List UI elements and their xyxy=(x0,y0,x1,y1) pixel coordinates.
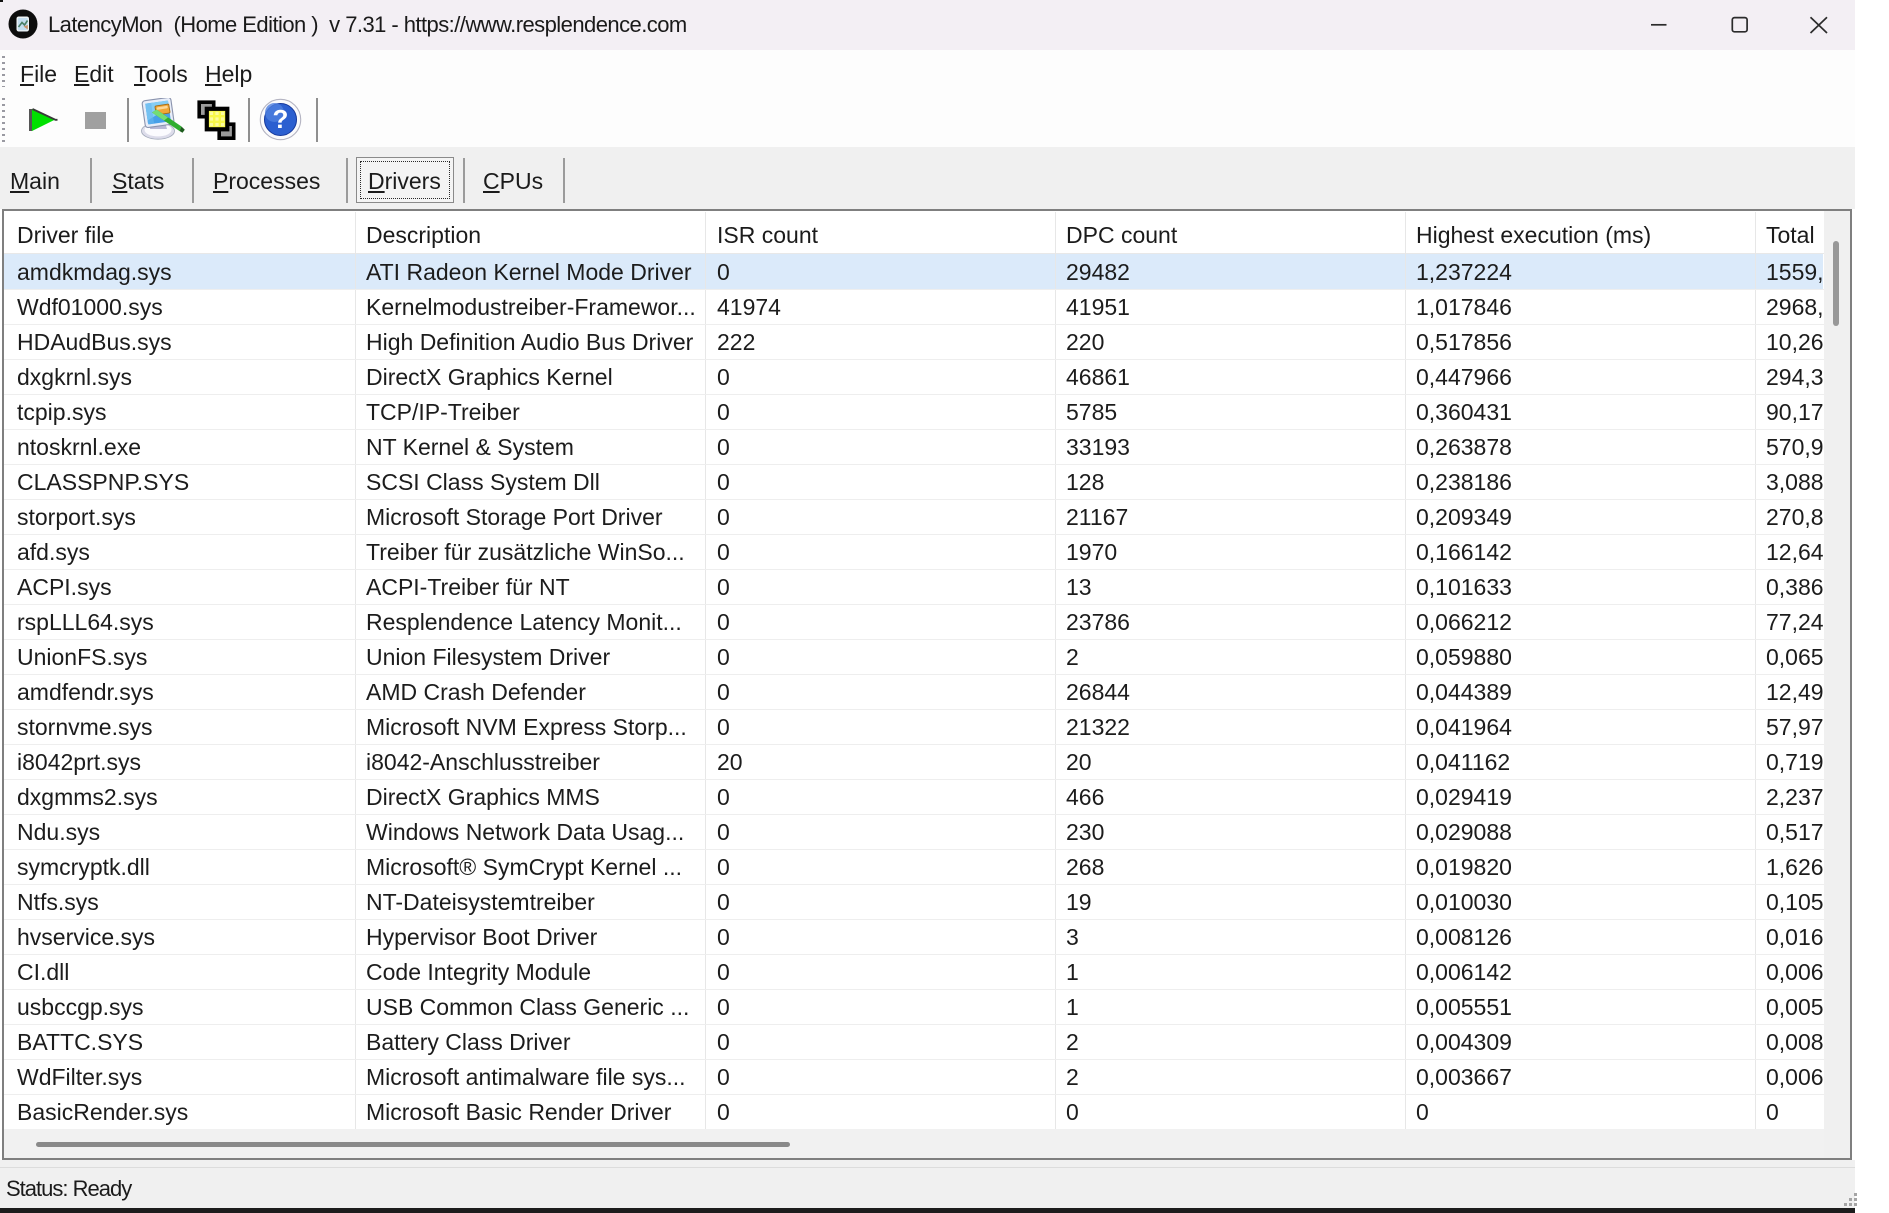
svg-text:?: ? xyxy=(273,104,289,134)
